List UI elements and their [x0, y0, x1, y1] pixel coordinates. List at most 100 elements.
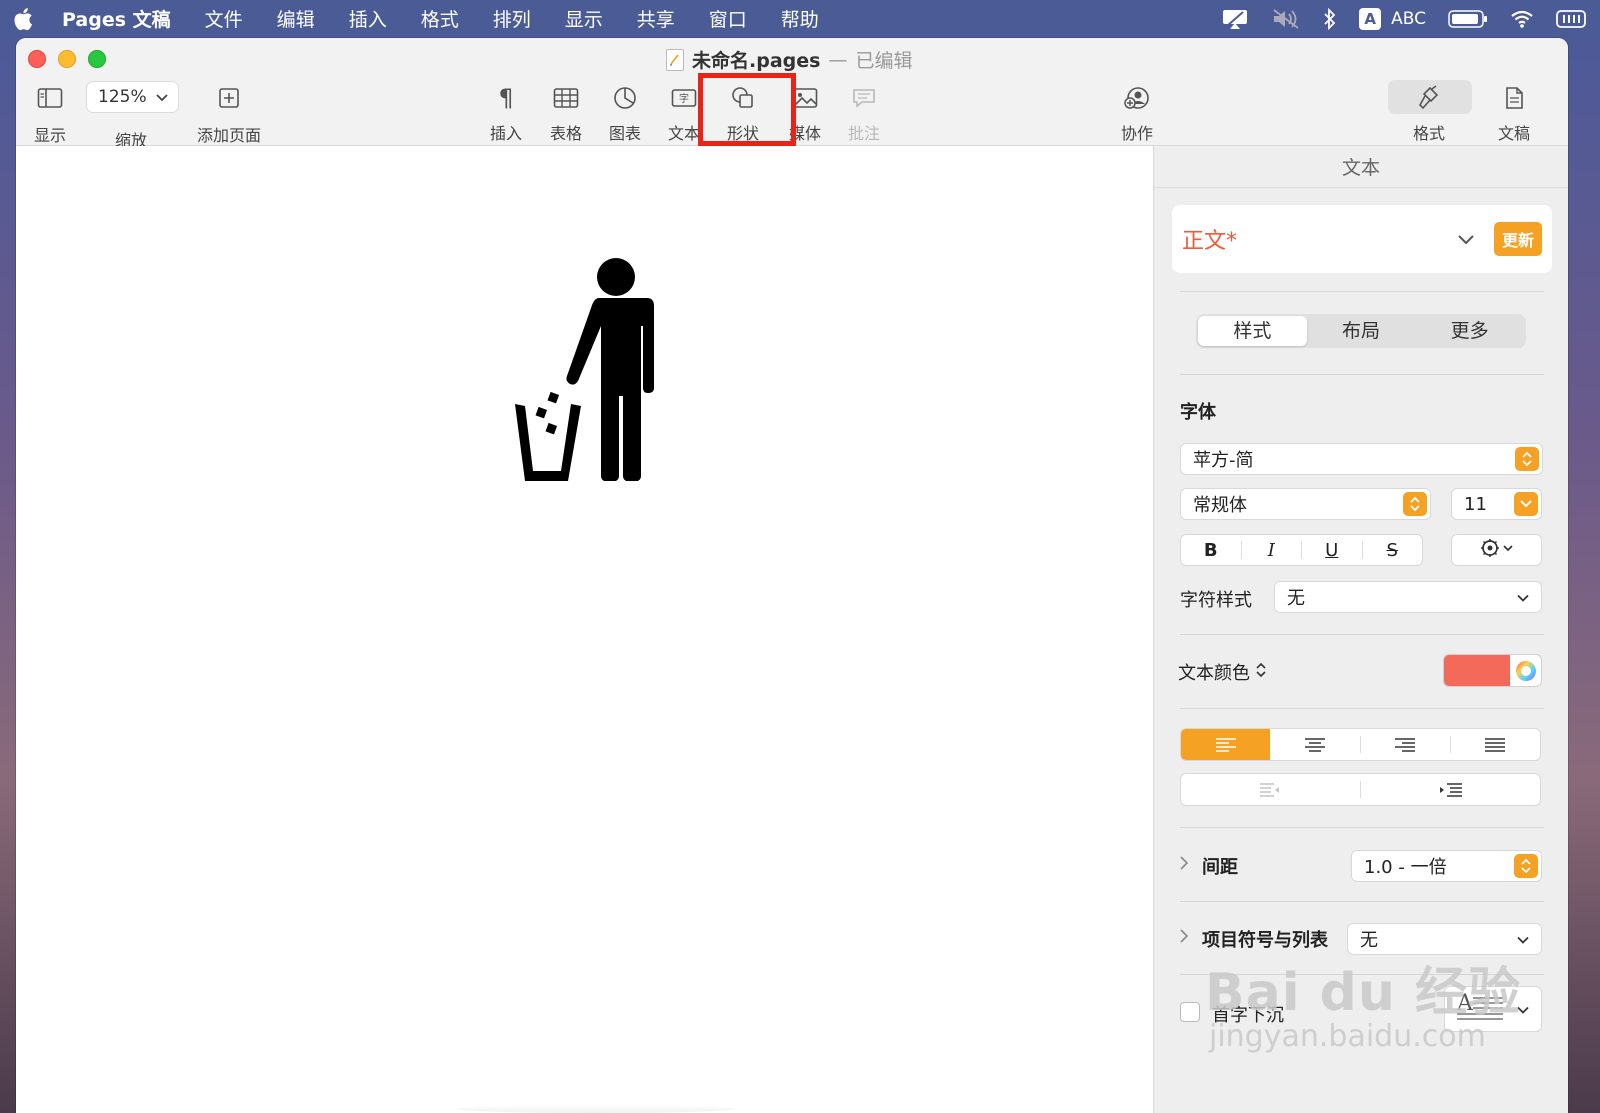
spacing-select[interactable]: 1.0 - 一倍: [1351, 850, 1542, 882]
pages-window: 未命名.pages — 已编辑 显示 125% 缩放 添加页面 ¶ 插入 表格 …: [16, 38, 1568, 1113]
bold-button[interactable]: B: [1181, 535, 1241, 565]
font-weight-select[interactable]: 常规体: [1180, 488, 1431, 520]
collaborate-icon: [1124, 83, 1150, 113]
divider: [1180, 827, 1544, 828]
format-button[interactable]: 格式: [1413, 83, 1445, 144]
increase-indent-icon[interactable]: [1361, 774, 1540, 805]
comment-button[interactable]: 批注: [848, 83, 880, 144]
char-style-select[interactable]: 无: [1274, 581, 1542, 613]
gear-icon: [1478, 538, 1516, 562]
divider: [1180, 974, 1544, 975]
input-method-icon[interactable]: A: [1359, 7, 1382, 30]
bluetooth-icon[interactable]: [1323, 7, 1337, 30]
strikethrough-button[interactable]: S: [1363, 535, 1423, 565]
shape-button[interactable]: 形状: [727, 83, 759, 144]
color-wheel-icon[interactable]: [1510, 655, 1541, 686]
chevron-down-icon[interactable]: [1458, 230, 1474, 249]
align-justify-icon[interactable]: [1451, 729, 1540, 760]
updown-icon: [1256, 662, 1266, 683]
pilcrow-icon: ¶: [498, 84, 514, 112]
menu-app[interactable]: Pages 文稿: [40, 5, 188, 32]
color-fill[interactable]: [1444, 655, 1510, 686]
tab-more[interactable]: 更多: [1415, 316, 1524, 346]
document-canvas[interactable]: [16, 146, 1153, 1113]
litter-person-icon[interactable]: [511, 256, 661, 485]
chart-button[interactable]: 图表: [609, 83, 641, 144]
tab-layout[interactable]: 布局: [1307, 316, 1416, 346]
paragraph-style-selector[interactable]: 正文* 更新: [1172, 205, 1552, 273]
menu-help[interactable]: 帮助: [764, 5, 836, 32]
edited-status: 已编辑: [855, 50, 913, 72]
font-family-select[interactable]: 苹方-简: [1180, 443, 1543, 475]
format-label: 格式: [1413, 124, 1446, 143]
font-section-title: 字体: [1180, 402, 1216, 423]
zoom-window-button[interactable]: [88, 50, 106, 68]
comment-icon: [852, 83, 876, 113]
document-name[interactable]: 未命名.pages: [692, 46, 820, 73]
chevron-right-icon[interactable]: [1180, 929, 1189, 947]
chart-label: 图表: [609, 124, 642, 143]
advanced-options-button[interactable]: [1451, 534, 1542, 566]
align-left-icon[interactable]: [1181, 729, 1271, 760]
decrease-indent-icon[interactable]: [1181, 774, 1360, 805]
font-size-value[interactable]: 11: [1464, 494, 1487, 515]
control-center-icon[interactable]: [1556, 8, 1586, 30]
input-method-label[interactable]: ABC: [1391, 9, 1426, 29]
battery-icon[interactable]: [1448, 9, 1488, 29]
tab-style[interactable]: 样式: [1198, 316, 1307, 346]
menu-file[interactable]: 文件: [188, 5, 260, 32]
text-color-label-wrap[interactable]: 文本颜色: [1178, 659, 1266, 685]
chevron-down-icon[interactable]: [1514, 492, 1538, 516]
menu-arrange[interactable]: 排列: [476, 5, 548, 32]
wifi-icon[interactable]: [1510, 9, 1534, 29]
zoom-select[interactable]: 125%: [86, 81, 179, 113]
dropcap-checkbox[interactable]: [1180, 1002, 1200, 1022]
divider: [1180, 634, 1544, 635]
update-style-button[interactable]: 更新: [1493, 222, 1542, 256]
view-button[interactable]: 显示: [34, 83, 66, 146]
bullets-select[interactable]: 无: [1347, 923, 1542, 955]
underline-button[interactable]: U: [1302, 535, 1362, 565]
add-page-button[interactable]: 添加页面: [197, 83, 261, 146]
menu-insert[interactable]: 插入: [332, 5, 404, 32]
italic-button[interactable]: I: [1242, 535, 1302, 565]
insert-button[interactable]: ¶ 插入: [490, 83, 522, 144]
toolbar: 未命名.pages — 已编辑 显示 125% 缩放 添加页面 ¶ 插入 表格 …: [16, 38, 1568, 150]
minimize-window-button[interactable]: [58, 50, 76, 68]
divider: [1180, 291, 1544, 292]
dropcap-style-select[interactable]: A: [1444, 986, 1542, 1032]
apple-icon[interactable]: [6, 0, 40, 37]
close-window-button[interactable]: [28, 50, 46, 68]
media-button[interactable]: 媒体: [789, 83, 821, 144]
comment-label: 批注: [848, 124, 881, 143]
shape-label: 形状: [727, 124, 760, 143]
airplay-icon[interactable]: [1221, 8, 1249, 30]
document-button[interactable]: 文稿: [1498, 83, 1530, 144]
align-center-icon[interactable]: [1270, 729, 1359, 760]
spacing-label[interactable]: 间距: [1202, 853, 1238, 879]
chevron-right-icon[interactable]: [1180, 856, 1189, 874]
menu-edit[interactable]: 编辑: [260, 5, 332, 32]
menu-bar: Pages 文稿 文件 编辑 插入 格式 排列 显示 共享 窗口 帮助 A AB…: [0, 0, 1600, 37]
font-size-field[interactable]: 11: [1451, 488, 1542, 520]
text-color-well[interactable]: [1443, 654, 1542, 687]
table-button[interactable]: 表格: [550, 83, 582, 144]
chevron-down-icon: [1517, 587, 1529, 608]
mute-icon[interactable]: [1271, 8, 1301, 30]
divider: [1180, 901, 1544, 902]
inspector-tabs: 样式 布局 更多: [1196, 314, 1526, 348]
menu-share[interactable]: 共享: [620, 5, 692, 32]
menu-window[interactable]: 窗口: [692, 5, 764, 32]
view-label: 显示: [34, 126, 67, 145]
menu-format[interactable]: 格式: [404, 5, 476, 32]
text-button[interactable]: 字 文本: [668, 83, 700, 144]
add-page-label: 添加页面: [197, 126, 262, 145]
collaborate-button[interactable]: 协作: [1121, 83, 1153, 144]
svg-text:A: A: [1456, 991, 1474, 1016]
spacing-value: 1.0 - 一倍: [1364, 857, 1447, 878]
bullets-label[interactable]: 项目符号与列表: [1202, 926, 1328, 952]
align-right-icon[interactable]: [1361, 729, 1450, 760]
updown-icon: [1514, 854, 1538, 878]
dropcap-label: 首字下沉: [1212, 1005, 1284, 1026]
menu-view[interactable]: 显示: [548, 5, 620, 32]
